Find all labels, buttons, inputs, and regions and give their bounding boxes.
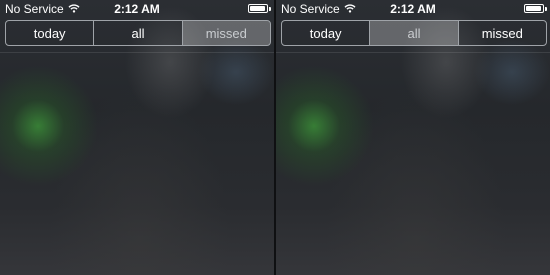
status-time: 2:12 AM <box>114 2 160 16</box>
notification-center-screen-left: No Service 2:12 AM today all missed <box>0 0 274 275</box>
notification-center-screen-right: No Service 2:12 AM today all missed <box>276 0 550 275</box>
battery-icon <box>524 4 547 13</box>
segment-missed[interactable]: missed <box>182 21 270 45</box>
segment-today[interactable]: today <box>6 21 95 45</box>
divider-line <box>0 52 274 53</box>
segmented-control: today all missed <box>281 20 547 46</box>
divider-line <box>276 52 550 53</box>
battery-icon <box>248 4 271 13</box>
comparison-view: No Service 2:12 AM today all missed No S… <box>0 0 550 275</box>
segment-all[interactable]: all <box>370 21 459 45</box>
segment-missed[interactable]: missed <box>459 21 546 45</box>
status-time: 2:12 AM <box>390 2 436 16</box>
segment-today[interactable]: today <box>282 21 371 45</box>
segment-all[interactable]: all <box>94 21 183 45</box>
status-bar: No Service 2:12 AM <box>0 0 274 18</box>
status-bar: No Service 2:12 AM <box>276 0 550 18</box>
segmented-control: today all missed <box>5 20 271 46</box>
